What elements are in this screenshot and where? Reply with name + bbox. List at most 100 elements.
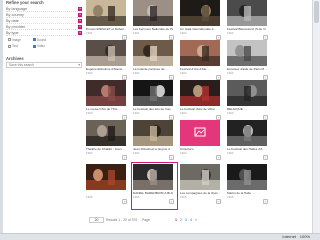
result-item[interactable]: Un Gala internationale d… 1962 + (180, 0, 225, 41)
result-item[interactable]: BELGIQUE … 1963 + (227, 80, 272, 121)
result-thumbnail[interactable] (133, 0, 173, 26)
result-item[interactable]: Le nouvel l'Ais de l'Tire … 1963 + (86, 80, 131, 121)
archives-dropdown[interactable]: Save this search ▾ (6, 62, 82, 68)
result-date: 1964 (86, 151, 93, 155)
document-icon (180, 120, 220, 146)
video-thumbnail (180, 80, 220, 106)
add-to-list-icon[interactable]: + (169, 155, 174, 160)
result-thumbnail[interactable] (86, 164, 126, 190)
checkbox-icon[interactable] (8, 44, 11, 48)
result-item[interactable]: Le Festival d'Aix de Vittor … 1963 + (180, 80, 225, 121)
result-thumbnail[interactable] (86, 0, 126, 26)
page-link[interactable]: 4 (190, 217, 192, 223)
add-to-list-icon[interactable]: + (263, 199, 268, 204)
type-label: Sound (37, 37, 47, 42)
scrollbar-thumb[interactable] (314, 1, 319, 23)
checkbox-icon[interactable] (33, 44, 36, 48)
add-to-list-icon[interactable]: + (263, 155, 268, 160)
type-label: Image (12, 37, 21, 42)
result-item[interactable]: Martin de la Halle … 1965 + (227, 164, 272, 205)
result-thumbnail[interactable] (227, 120, 267, 146)
video-thumbnail (86, 80, 126, 106)
type-checkbox[interactable]: Video (33, 44, 58, 49)
result-thumbnail[interactable] (86, 40, 126, 66)
facet-item[interactable]: By type + (6, 30, 82, 36)
result-item[interactable]: Le Festival des Halles d'A … 1964 + (227, 120, 272, 161)
type-checkbox[interactable]: Image (8, 37, 33, 42)
result-item[interactable]: DANIEL BARENBOIM À BUCH …1965+ (131, 162, 178, 210)
result-date: 1965 (86, 195, 93, 199)
type-filter: Image Sound Text Video (6, 36, 82, 50)
result-date: 1961 (86, 31, 93, 35)
result-thumbnail[interactable] (227, 0, 267, 26)
result-item[interactable]: Les compagnies de la chan … 1965 + (180, 164, 225, 205)
result-date: 1965 (133, 195, 140, 199)
type-checkbox[interactable]: Text (8, 44, 33, 49)
result-date: 1964 (227, 151, 234, 155)
video-thumbnail (133, 80, 173, 106)
result-thumbnail[interactable] (180, 80, 220, 106)
result-thumbnail[interactable] (133, 120, 173, 146)
video-thumbnail (133, 0, 173, 26)
zoom-level[interactable]: 100% (300, 233, 310, 240)
result-thumbnail[interactable] (133, 40, 173, 66)
result-thumbnail[interactable] (86, 120, 126, 146)
window-scrollbar[interactable] (312, 0, 320, 240)
result-item[interactable]: Cristoforo 1964 + (180, 120, 225, 161)
next-page-link[interactable]: » (195, 217, 197, 223)
result-item[interactable]: Procès IRENA ET et Robert … 1961 + (86, 0, 131, 41)
add-to-list-icon[interactable]: + (122, 199, 127, 204)
type-checkbox[interactable]: Sound (33, 37, 58, 42)
result-item[interactable]: Festival Biancolocci (5 de Vi … 1962 + (227, 0, 272, 41)
result-thumbnail[interactable] (227, 80, 267, 106)
result-item[interactable]: Le Festival des arts de Cas … 1963 + (133, 80, 178, 121)
security-zone: Internet (282, 234, 296, 239)
video-thumbnail (227, 120, 267, 146)
page-link[interactable]: 1 (175, 217, 177, 223)
expand-plus-icon[interactable]: + (78, 31, 82, 35)
add-to-list-icon[interactable]: + (122, 155, 127, 160)
per-page-select[interactable]: 20 (89, 217, 104, 223)
checkbox-icon[interactable] (8, 38, 11, 41)
page-link[interactable]: 3 (185, 217, 187, 223)
expand-plus-icon[interactable]: + (78, 7, 82, 11)
expand-plus-icon[interactable]: + (78, 19, 82, 23)
add-to-list-icon[interactable]: + (216, 199, 221, 204)
result-thumbnail[interactable] (180, 164, 220, 190)
result-item[interactable]: Ecouteur d'aide de Paris M … 1962 + (227, 40, 272, 81)
result-item[interactable]: Eugène Ebbolime d'Alame … 1962 + (86, 40, 131, 81)
video-thumbnail (227, 164, 267, 190)
result-thumbnail[interactable] (180, 40, 220, 66)
video-thumbnail (227, 40, 267, 66)
add-to-list-icon[interactable]: + (216, 155, 221, 160)
result-item[interactable]: Festival d'Ant d'Ale … 1962 + (180, 40, 225, 81)
result-thumbnail[interactable] (133, 164, 173, 190)
page-link[interactable]: 2 (180, 217, 182, 223)
result-thumbnail[interactable] (180, 120, 220, 146)
result-date: 1964 (133, 151, 140, 155)
result-date: 1962 (227, 31, 234, 35)
video-thumbnail (180, 0, 220, 26)
video-thumbnail (86, 0, 126, 26)
result-thumbnail[interactable] (227, 40, 267, 66)
chevron-down-icon: ▾ (78, 63, 80, 67)
type-label: Video (37, 44, 46, 48)
video-thumbnail (133, 40, 173, 66)
facet-label: By date (6, 19, 19, 23)
result-item[interactable]: 1965 + (86, 164, 131, 205)
result-item[interactable]: Théâtre de Chaillot : Jean … 1964 + (86, 120, 131, 161)
facet-label: By country (6, 13, 24, 17)
result-thumbnail[interactable] (227, 164, 267, 190)
video-thumbnail (180, 164, 220, 190)
result-item[interactable]: La Grande paroisse de … 1962 + (133, 40, 178, 81)
add-to-list-icon[interactable]: + (169, 199, 174, 204)
expand-plus-icon[interactable]: + (78, 13, 82, 17)
result-date: 1963 (227, 111, 234, 115)
checkbox-icon[interactable] (33, 38, 36, 41)
result-item[interactable]: Les Femmes Nationale de Pé …1961+ (133, 0, 178, 41)
expand-plus-icon[interactable]: + (78, 25, 82, 29)
result-thumbnail[interactable] (86, 80, 126, 106)
result-item[interactable]: Jean Rotschest à propos d… 1964 + (133, 120, 178, 161)
result-thumbnail[interactable] (180, 0, 220, 26)
result-thumbnail[interactable] (133, 80, 173, 106)
